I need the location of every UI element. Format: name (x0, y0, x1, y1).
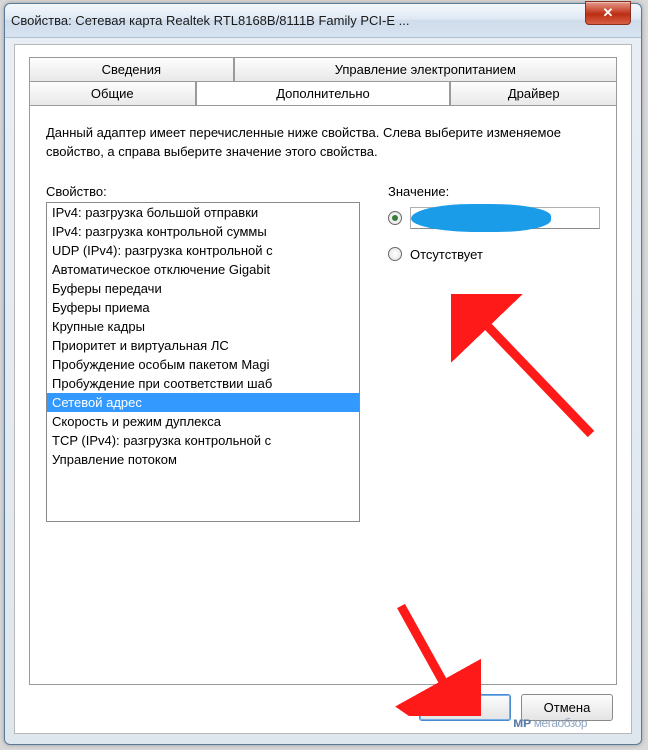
close-button[interactable]: ✕ (585, 1, 631, 25)
list-item[interactable]: Пробуждение при соответствии шаб (47, 374, 359, 393)
tab-panel-advanced: Данный адаптер имеет перечисленные ниже … (29, 105, 617, 685)
tab-details[interactable]: Сведения (29, 57, 234, 81)
dialog-window: Свойства: Сетевая карта Realtek RTL8168B… (4, 3, 642, 745)
ok-button[interactable]: ОК (419, 694, 511, 721)
client-area: Сведения Управление электропитанием Общи… (14, 44, 632, 734)
list-item[interactable]: Буферы приема (47, 298, 359, 317)
list-item[interactable]: IPv4: разгрузка большой отправки (47, 203, 359, 222)
description-text: Данный адаптер имеет перечисленные ниже … (46, 124, 600, 162)
close-icon: ✕ (603, 5, 614, 21)
list-item[interactable]: Буферы передачи (47, 279, 359, 298)
list-item[interactable]: Пробуждение особым пакетом Magi (47, 355, 359, 374)
property-listbox[interactable]: IPv4: разгрузка большой отправкиIPv4: ра… (46, 202, 360, 522)
value-input[interactable] (410, 207, 600, 229)
titlebar[interactable]: Свойства: Сетевая карта Realtek RTL8168B… (5, 4, 641, 38)
list-item[interactable]: UDP (IPv4): разгрузка контрольной с (47, 241, 359, 260)
list-item[interactable]: IPv4: разгрузка контрольной суммы (47, 222, 359, 241)
list-item[interactable]: Скорость и режим дуплекса (47, 412, 359, 431)
property-label: Свойство: (46, 184, 360, 199)
tab-driver[interactable]: Драйвер (450, 81, 617, 105)
list-item[interactable]: Управление потоком (47, 450, 359, 469)
radio-absent[interactable] (388, 247, 402, 261)
watermark: ᴍᴘ мегаобзор (513, 714, 587, 730)
tab-general[interactable]: Общие (29, 81, 196, 105)
list-item[interactable]: Автоматическое отключение Gigabit (47, 260, 359, 279)
value-label: Значение: (388, 184, 600, 199)
list-item[interactable]: TCP (IPv4): разгрузка контрольной с (47, 431, 359, 450)
tab-power[interactable]: Управление электропитанием (234, 57, 617, 81)
tab-strip: Сведения Управление электропитанием Общи… (15, 45, 631, 685)
radio-value[interactable] (388, 211, 402, 225)
absent-label: Отсутствует (410, 247, 483, 262)
tab-advanced[interactable]: Дополнительно (196, 81, 451, 105)
list-item[interactable]: Крупные кадры (47, 317, 359, 336)
list-item[interactable]: Приоритет и виртуальная ЛС (47, 336, 359, 355)
list-item[interactable]: Сетевой адрес (47, 393, 359, 412)
window-title: Свойства: Сетевая карта Realtek RTL8168B… (11, 13, 409, 28)
redacted-value (411, 204, 551, 232)
